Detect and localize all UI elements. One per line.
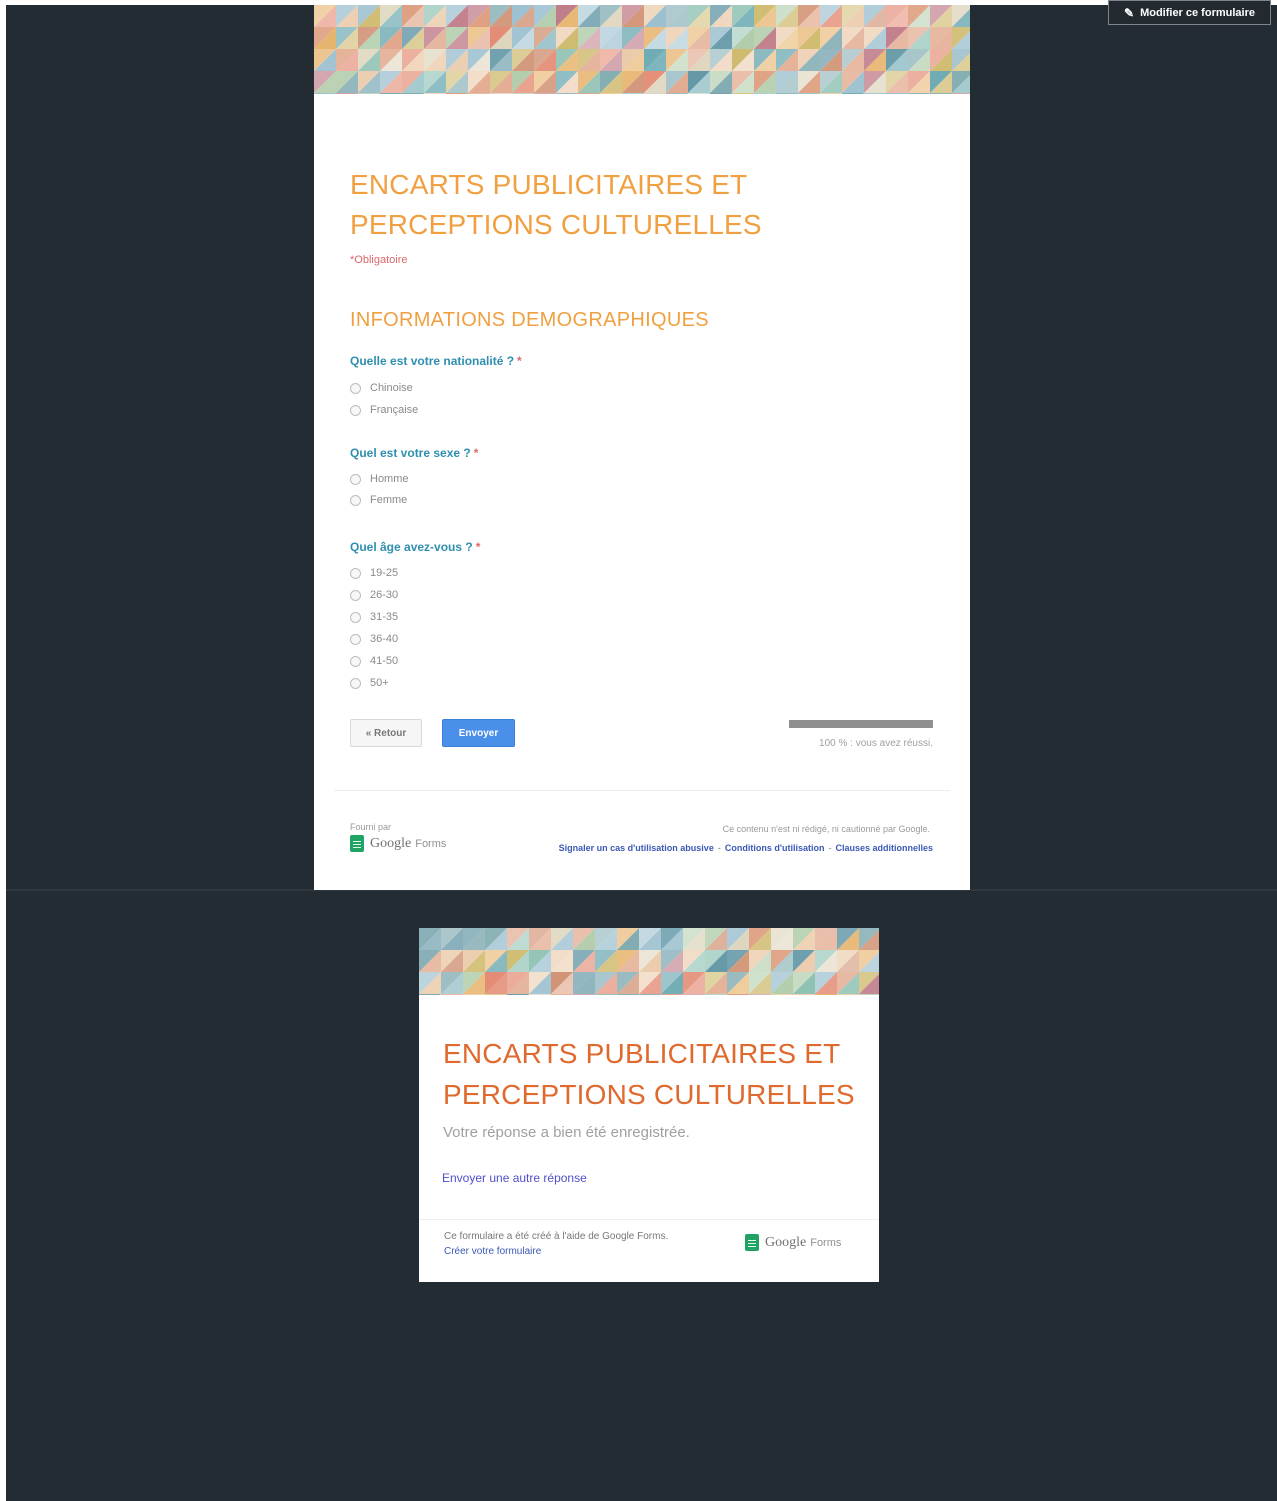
question-label: Quelle est votre nationalité ? [350,354,515,368]
radio-option-homme[interactable]: Homme [350,471,409,487]
required-marker: * [475,540,481,554]
required-marker: * [473,446,479,460]
google-forms-icon [350,835,364,852]
google-forms-logo[interactable]: Google Forms [350,835,446,852]
radio-option-chinoise[interactable]: Chinoise [350,380,413,396]
radio-option-31-35[interactable]: 31-35 [350,609,398,625]
forms-wordmark: Forms [810,1236,842,1249]
radio-option-36-40[interactable]: 36-40 [350,631,398,647]
pencil-icon: ✎ [1124,5,1135,20]
option-label: 26-30 [370,589,399,601]
banner-mosaic [314,5,970,94]
form-title-line1: ENCARTS PUBLICITAIRES ET [350,169,748,200]
progress-text: 100 % : vous avez réussi. [819,738,933,749]
required-marker: * [517,354,522,368]
radio-button[interactable] [350,677,361,689]
submit-button[interactable]: Envoyer [442,719,515,747]
link-separator: - [828,843,832,853]
option-label: Chinoise [370,382,413,394]
confirmation-title: ENCARTS PUBLICITAIRES ET PERCEPTIONS CUL… [443,1033,855,1115]
form-title: ENCARTS PUBLICITAIRES ET PERCEPTIONS CUL… [350,165,762,245]
created-with-text: Ce formulaire a été créé à l'aide de Goo… [444,1231,669,1242]
question-nationality: Quelle est votre nationalité ? * [350,354,522,368]
link-separator: - [717,843,721,853]
radio-option-41-50[interactable]: 41-50 [350,653,398,669]
option-label: Femme [370,494,408,506]
option-label: 19-25 [370,567,399,579]
footer-disclaimer: Ce contenu n'est ni rédigé, ni cautionné… [722,824,930,834]
question-sex: Quel est votre sexe ? * [350,446,478,460]
radio-button[interactable] [350,404,361,416]
radio-option-femme[interactable]: Femme [350,492,407,508]
radio-option-francaise[interactable]: Française [350,402,418,418]
radio-button[interactable] [350,611,361,623]
confirmation-title-line1: ENCARTS PUBLICITAIRES ET [443,1038,841,1069]
radio-button[interactable] [350,633,361,645]
progress-bar-fill [789,720,933,728]
report-abuse-link[interactable]: Signaler un cas d'utilisation abusive [559,843,714,853]
radio-button[interactable] [350,589,361,601]
option-label: Française [370,404,419,416]
banner-overlay [419,928,879,995]
radio-button[interactable] [350,494,361,506]
edit-form-label: Modifier ce formulaire [1140,6,1255,19]
banner-overlay [314,5,970,94]
send-another-response-link[interactable]: Envoyer une autre réponse [442,1171,587,1185]
forms-wordmark: Forms [415,837,447,850]
option-label: 50+ [370,677,389,689]
question-label: Quel est votre sexe ? [350,446,471,460]
form-title-line2: PERCEPTIONS CULTURELLES [350,209,762,240]
google-wordmark: Google [765,1234,807,1250]
radio-button[interactable] [350,382,361,394]
footer-links: Signaler un cas d'utilisation abusive - Co… [559,843,933,853]
confirmation-title-line2: PERCEPTIONS CULTURELLES [443,1079,855,1110]
footer-divider [334,790,950,791]
radio-button[interactable] [350,567,361,579]
confirmation-message: Votre réponse a bien été enregistrée. [443,1124,690,1141]
google-forms-icon [745,1234,759,1251]
additional-terms-link[interactable]: Clauses additionnelles [835,843,933,853]
question-age: Quel âge avez-vous ? * [350,540,480,554]
google-forms-logo[interactable]: Google Forms [745,1234,841,1251]
radio-option-50-plus[interactable]: 50+ [350,675,389,691]
section-title: INFORMATIONS DEMOGRAPHIQUES [350,309,709,331]
option-label: 41-50 [370,655,399,667]
option-label: 31-35 [370,611,399,623]
radio-option-26-30[interactable]: 26-30 [350,587,398,603]
back-button[interactable]: « Retour [350,719,422,747]
radio-button[interactable] [350,473,361,485]
confirmation-card: ENCARTS PUBLICITAIRES ET PERCEPTIONS CUL… [419,928,879,1282]
powered-by-text: Fourni par [350,822,392,832]
required-note: *Obligatoire [350,254,408,266]
option-label: Homme [370,473,409,485]
banner-mosaic [419,928,879,995]
footer-divider [419,1219,879,1220]
option-label: 36-40 [370,633,399,645]
confirmation-banner [419,928,879,995]
google-wordmark: Google [370,835,412,851]
terms-link[interactable]: Conditions d'utilisation [725,843,825,853]
edit-form-button[interactable]: ✎ Modifier ce formulaire [1108,0,1271,25]
form-card: ENCARTS PUBLICITAIRES ET PERCEPTIONS CUL… [314,5,970,890]
header-banner [314,5,970,94]
progress-bar [789,720,933,728]
question-label: Quel âge avez-vous ? [350,540,473,554]
create-form-link[interactable]: Créer votre formulaire [444,1246,541,1257]
radio-button[interactable] [350,655,361,667]
radio-option-19-25[interactable]: 19-25 [350,565,398,581]
